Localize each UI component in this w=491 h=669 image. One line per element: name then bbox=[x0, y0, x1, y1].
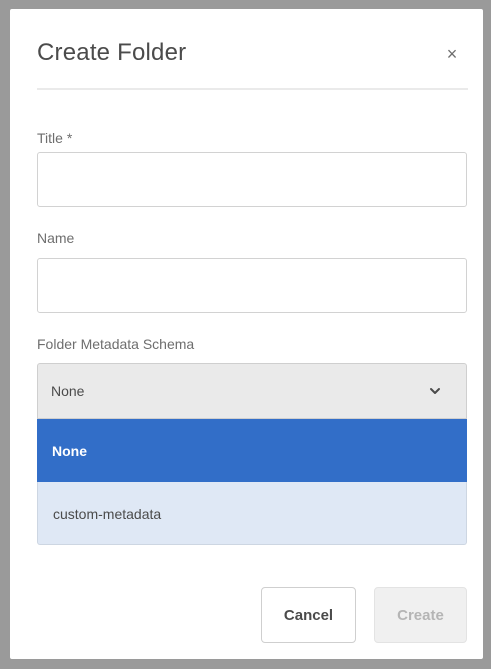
title-label: Title * bbox=[37, 130, 73, 146]
option-label: None bbox=[52, 443, 87, 459]
dialog-title: Create Folder bbox=[37, 39, 187, 66]
create-button: Create bbox=[374, 587, 467, 643]
title-input[interactable] bbox=[37, 152, 467, 207]
select-value: None bbox=[51, 383, 85, 399]
create-folder-dialog: Create Folder × Title * Name Folder Meta… bbox=[10, 9, 483, 659]
chevron-down-icon bbox=[430, 388, 440, 394]
dropdown-option-none[interactable]: None bbox=[37, 419, 467, 482]
header-divider bbox=[37, 88, 468, 90]
folder-metadata-schema-label: Folder Metadata Schema bbox=[37, 336, 195, 352]
close-icon[interactable]: × bbox=[442, 44, 462, 64]
cancel-button[interactable]: Cancel bbox=[261, 587, 356, 643]
option-label: custom-metadata bbox=[53, 506, 162, 522]
name-label: Name bbox=[37, 230, 75, 246]
name-input[interactable] bbox=[37, 258, 467, 313]
dropdown-option-custom-metadata[interactable]: custom-metadata bbox=[37, 482, 467, 545]
folder-metadata-schema-select[interactable]: None bbox=[37, 363, 467, 419]
